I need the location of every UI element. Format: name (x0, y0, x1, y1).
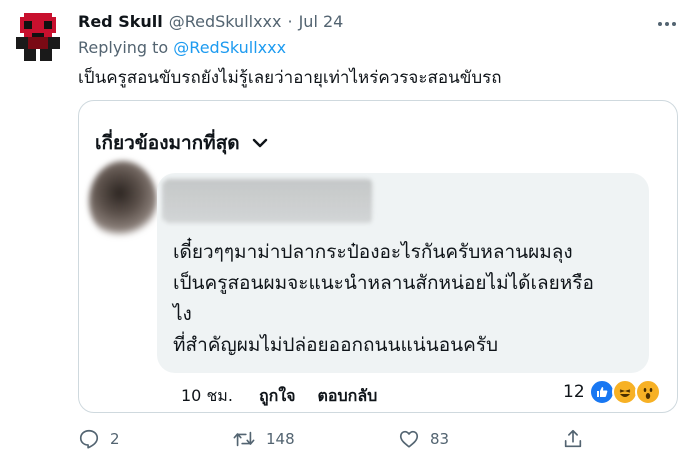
reaction-count: 12 (563, 382, 585, 402)
wow-icon (634, 379, 661, 405)
like-button[interactable]: 83 (398, 428, 449, 450)
reaction-summary: 12 (563, 379, 661, 405)
sort-selector: เกี่ยวข้องมากที่สุด (95, 128, 268, 158)
avatar[interactable] (16, 12, 60, 62)
tweet-header: Red Skull @RedSkullxxx · Jul 24 (78, 12, 343, 31)
reply-button[interactable]: 2 (78, 428, 120, 450)
comment-line: เป็นครูสอนผมจะแนะนำหลานสักหน่อยไม่ได้เลย… (173, 272, 594, 294)
comment-line: เดี๋ยวๆๆมาม่าปลากระป๋องอะไรกันครับหลานผม… (173, 241, 573, 263)
chevron-down-icon (252, 138, 267, 148)
tweet-actions: 2 148 83 (78, 428, 598, 454)
comment-actions: 10 ชม. ถูกใจ ตอบกลับ (181, 384, 399, 409)
blurred-name (163, 179, 373, 223)
replying-to: Replying to @RedSkullxxx (78, 38, 286, 57)
retweet-icon (233, 431, 255, 447)
reply-icon (79, 429, 99, 449)
display-name[interactable]: Red Skull (78, 12, 163, 31)
tweet-text: เป็นครูสอนขับรถยังไม่รู้เลยว่าอายุเท่าไห… (78, 68, 502, 88)
more-options-icon[interactable] (652, 12, 682, 36)
user-handle[interactable]: @RedSkullxxx (169, 12, 282, 31)
like-count: 83 (430, 430, 450, 448)
reply-count: 2 (110, 430, 120, 448)
tweet-date[interactable]: Jul 24 (299, 12, 344, 31)
comment-line: ที่สำคัญผมไม่ปล่อยออกถนนแน่นอนครับ (173, 334, 499, 356)
comment-text: เดี๋ยวๆๆมาม่าปลากระป๋องอะไรกันครับหลานผม… (173, 237, 594, 361)
share-button[interactable] (562, 428, 584, 450)
tweet: Red Skull @RedSkullxxx · Jul 24 Replying… (0, 0, 700, 460)
comment-line: ไง (173, 303, 192, 325)
haha-icon (611, 379, 638, 405)
share-icon (564, 429, 582, 448)
comment-like-link: ถูกใจ (258, 386, 296, 405)
like-icon (588, 379, 615, 405)
blurred-avatar (89, 161, 157, 241)
retweet-button[interactable]: 148 (232, 428, 295, 450)
replying-label: Replying to (78, 38, 169, 57)
separator-dot: · (287, 12, 293, 31)
sort-label: เกี่ยวข้องมากที่สุด (95, 132, 240, 154)
comment-time: 10 ชม. (181, 386, 233, 405)
embedded-image[interactable]: เกี่ยวข้องมากที่สุด เดี๋ยวๆๆมาม่าปลากระป… (78, 100, 678, 413)
replying-handle-link[interactable]: @RedSkullxxx (173, 38, 286, 57)
retweet-count: 148 (266, 430, 295, 448)
comment-reply-link: ตอบกลับ (317, 386, 378, 405)
heart-icon (399, 430, 419, 448)
comment-bubble: เดี๋ยวๆๆมาม่าปลากระป๋องอะไรกันครับหลานผม… (157, 173, 649, 373)
